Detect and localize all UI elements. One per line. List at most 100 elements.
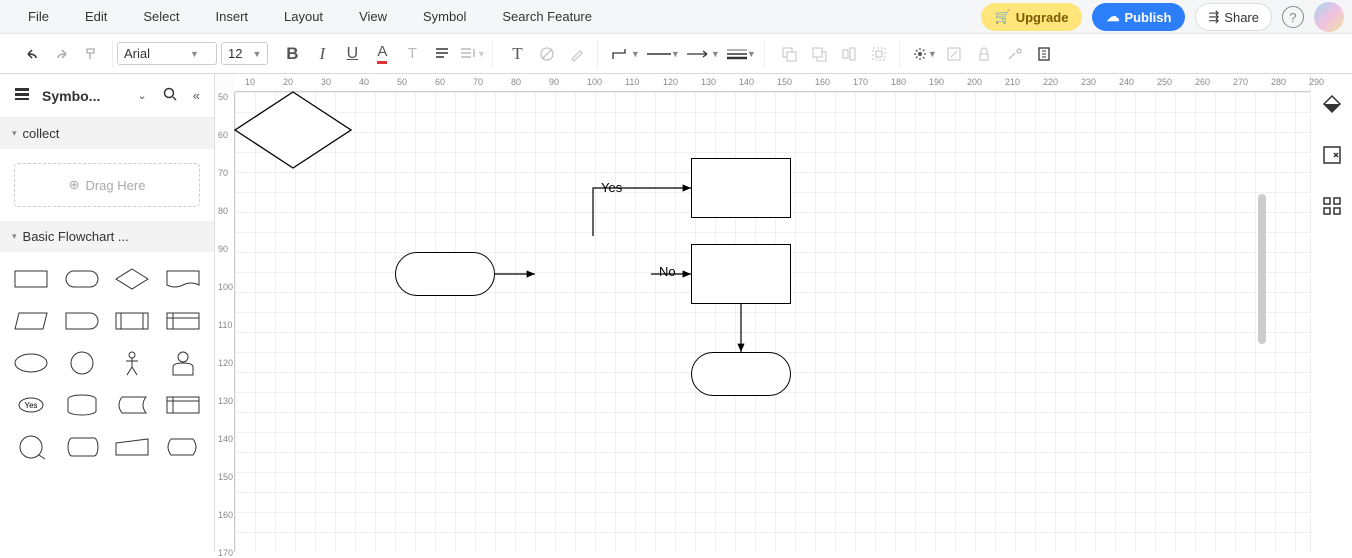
text-tool-button[interactable]: T <box>503 40 531 68</box>
section-basic-flowchart[interactable]: ▾Basic Flowchart ... <box>0 221 214 252</box>
ruler-tick: 200 <box>967 77 982 87</box>
shape-document[interactable] <box>160 260 207 298</box>
arrow-style-button[interactable]: ▼ <box>684 40 722 68</box>
line-spacing-button[interactable]: ▼ <box>458 40 486 68</box>
bold-button[interactable]: B <box>278 40 306 68</box>
shape-palette: Yes <box>0 252 214 474</box>
node-decision[interactable] <box>235 92 351 168</box>
menu-edit[interactable]: Edit <box>67 3 125 30</box>
ruler-tick: 250 <box>1157 77 1172 87</box>
lock-button[interactable] <box>970 40 998 68</box>
library-icon[interactable] <box>10 83 34 108</box>
line-weight-button[interactable]: ▼ <box>724 40 758 68</box>
menu-insert[interactable]: Insert <box>198 3 267 30</box>
line-style-button[interactable]: ▼ <box>644 40 682 68</box>
share-button[interactable]: ⇶Share <box>1195 3 1272 31</box>
shape-process[interactable] <box>8 260 55 298</box>
main-menu-bar: File Edit Select Insert Layout View Symb… <box>0 0 1352 34</box>
ruler-tick: 270 <box>1233 77 1248 87</box>
shape-data[interactable] <box>8 302 55 340</box>
vertical-scrollbar[interactable] <box>1258 194 1266 344</box>
shape-circle[interactable] <box>59 344 106 382</box>
ruler-tick: 130 <box>701 77 716 87</box>
shape-manual-input[interactable] <box>109 428 156 466</box>
shape-database[interactable] <box>59 386 106 424</box>
align-button[interactable] <box>428 40 456 68</box>
node-end-terminator[interactable] <box>691 352 791 396</box>
bring-front-button[interactable] <box>805 40 833 68</box>
collapse-sidebar-icon[interactable]: « <box>189 84 204 107</box>
vertical-ruler: 5060708090100110120130140150160170 <box>215 92 235 552</box>
undo-button[interactable] <box>18 40 46 68</box>
ruler-tick: 170 <box>218 548 233 558</box>
chevron-down-icon: ▾ <box>12 231 17 242</box>
node-start-terminator[interactable] <box>395 252 495 296</box>
send-back-button[interactable] <box>775 40 803 68</box>
drag-here-drop-zone[interactable]: ⊕Drag Here <box>14 163 200 207</box>
shape-display[interactable] <box>160 428 207 466</box>
avatar[interactable] <box>1314 2 1344 32</box>
align-objects-button[interactable] <box>835 40 863 68</box>
section-collect[interactable]: ▾collect <box>0 118 214 149</box>
ruler-tick: 90 <box>549 77 559 87</box>
help-icon[interactable]: ? <box>1282 6 1304 28</box>
page-setup-button[interactable] <box>1030 40 1058 68</box>
ruler-tick: 240 <box>1119 77 1134 87</box>
font-color-button[interactable]: A <box>368 40 396 68</box>
shape-card[interactable] <box>160 386 207 424</box>
menu-symbol[interactable]: Symbol <box>405 3 484 30</box>
upgrade-button[interactable]: 🛒Upgrade <box>981 3 1083 31</box>
ruler-tick: 70 <box>218 168 228 178</box>
apps-panel-icon[interactable] <box>1322 196 1342 219</box>
ruler-tick: 110 <box>218 320 232 330</box>
ruler-tick: 170 <box>853 77 868 87</box>
shape-connector[interactable] <box>8 428 55 466</box>
shape-annotation[interactable]: Yes <box>8 386 55 424</box>
shape-ellipse[interactable] <box>8 344 55 382</box>
connector-label-no[interactable]: No <box>659 264 676 279</box>
format-painter-button[interactable] <box>78 40 106 68</box>
font-family-select[interactable]: Arial▼ <box>117 42 217 65</box>
chevron-down-icon: ▾ <box>12 128 17 139</box>
menu-view[interactable]: View <box>341 3 405 30</box>
shape-terminator[interactable] <box>59 260 106 298</box>
ruler-tick: 60 <box>435 77 445 87</box>
shape-direct-data[interactable] <box>59 428 106 466</box>
menu-select[interactable]: Select <box>125 3 197 30</box>
highlight-button[interactable]: T <box>398 40 426 68</box>
shape-predefined[interactable] <box>109 302 156 340</box>
export-panel-icon[interactable] <box>1322 145 1342 168</box>
group-button[interactable] <box>865 40 893 68</box>
shape-stored-data[interactable] <box>109 386 156 424</box>
no-fill-button[interactable] <box>533 40 561 68</box>
shape-actor[interactable] <box>109 344 156 382</box>
menu-file[interactable]: File <box>10 3 67 30</box>
node-process-yes[interactable] <box>691 158 791 218</box>
menu-search-feature[interactable]: Search Feature <box>484 3 610 30</box>
redo-button[interactable] <box>48 40 76 68</box>
ruler-tick: 180 <box>891 77 906 87</box>
shape-decision[interactable] <box>109 260 156 298</box>
font-size-select[interactable]: 12▼ <box>221 42 268 65</box>
node-process-no[interactable] <box>691 244 791 304</box>
ruler-tick: 160 <box>815 77 830 87</box>
ruler-tick: 140 <box>218 434 233 444</box>
underline-button[interactable]: U <box>338 40 366 68</box>
shape-delay[interactable] <box>59 302 106 340</box>
tools-button[interactable] <box>1000 40 1028 68</box>
fill-panel-icon[interactable] <box>1322 94 1342 117</box>
menu-layout[interactable]: Layout <box>266 3 341 30</box>
search-icon[interactable] <box>159 83 181 108</box>
connector-style-button[interactable]: ▼ <box>608 40 642 68</box>
effects-button[interactable]: ▼ <box>910 40 938 68</box>
shape-internal-storage[interactable] <box>160 302 207 340</box>
ruler-tick: 90 <box>218 244 228 254</box>
edit-shape-button[interactable] <box>940 40 968 68</box>
line-color-button[interactable] <box>563 40 591 68</box>
publish-button[interactable]: ☁Publish <box>1092 3 1185 31</box>
shape-user[interactable] <box>160 344 207 382</box>
drawing-canvas[interactable]: Yes No <box>235 92 1310 552</box>
connector-label-yes[interactable]: Yes <box>601 180 622 195</box>
italic-button[interactable]: I <box>308 40 336 68</box>
expand-icon[interactable]: ⌄ <box>134 85 151 106</box>
